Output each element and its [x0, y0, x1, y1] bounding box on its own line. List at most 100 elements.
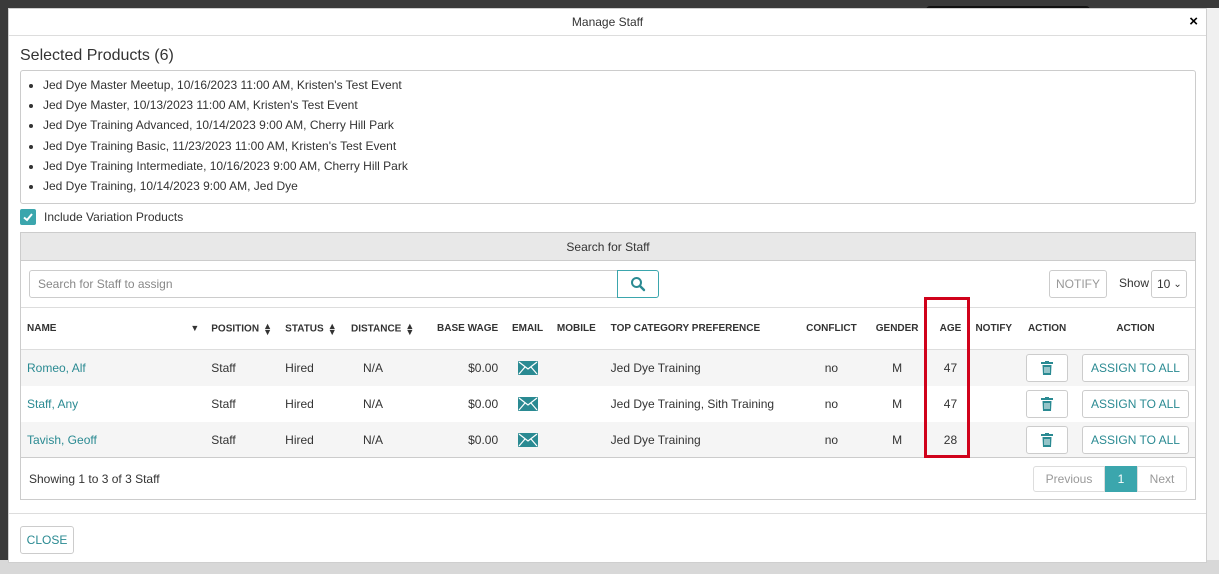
col-distance[interactable]: DISTANCE ▲ ▼ — [345, 308, 428, 350]
assign-to-all-button[interactable]: ASSIGN TO ALL — [1082, 425, 1189, 454]
staff-name-link[interactable]: Staff, Any — [21, 386, 205, 422]
cell-distance: N/A — [362, 396, 383, 411]
cell-distance: N/A — [362, 360, 383, 375]
cell-age: 47 — [943, 360, 958, 375]
product-item: Jed Dye Training, 10/14/2023 9:00 AM, Je… — [43, 178, 1195, 198]
search-button[interactable] — [617, 270, 659, 298]
product-item: Jed Dye Master Meetup, 10/16/2023 11:00 … — [43, 77, 1195, 97]
cell-status: Hired — [285, 360, 314, 375]
cell-age: 47 — [943, 396, 958, 411]
previous-page-button[interactable]: Previous — [1033, 466, 1105, 492]
showing-count: Showing 1 to 3 of 3 Staff — [29, 472, 160, 486]
assign-to-all-button[interactable]: ASSIGN TO ALL — [1082, 353, 1189, 382]
staff-search-input[interactable] — [29, 270, 618, 298]
table-row: Romeo, Alf Staff Hired N/A $0.00 Jed Dye… — [21, 349, 1195, 386]
sort-desc-icon: ▼ — [190, 323, 200, 333]
checkmark-icon — [23, 213, 33, 222]
chevron-down-icon: ⌄ — [1173, 278, 1182, 290]
staff-name-link[interactable]: Tavish, Geoff — [21, 422, 205, 458]
cell-position: Staff — [211, 360, 236, 375]
delete-button[interactable] — [1026, 389, 1069, 418]
col-status[interactable]: STATUS ▲ ▼ — [279, 308, 345, 350]
selected-products-list: Jed Dye Master Meetup, 10/16/2023 11:00 … — [20, 70, 1196, 204]
next-page-button[interactable]: Next — [1137, 466, 1187, 492]
background-panel — [1205, 8, 1219, 563]
cell-email — [504, 386, 551, 422]
selected-products-title: Selected Products (6) — [20, 47, 174, 64]
show-label: Show — [1119, 276, 1150, 290]
cell-distance: N/A — [362, 432, 383, 447]
cell-delete — [1018, 350, 1076, 386]
search-row: NOTIFY Show 10 ⌄ — [29, 270, 1189, 298]
cell-gender: M — [892, 396, 903, 411]
page-size-select[interactable]: 10 ⌄ — [1151, 270, 1187, 298]
page-size-value: 10 — [1157, 277, 1171, 291]
email-icon[interactable] — [517, 432, 538, 447]
cell-assign: ASSIGN TO ALL — [1076, 386, 1195, 422]
assign-to-all-button[interactable]: ASSIGN TO ALL — [1082, 389, 1189, 418]
cell-conflict: no — [824, 396, 839, 411]
include-variation-row: Include Variation Products — [20, 209, 183, 225]
staff-name-link[interactable]: Romeo, Alf — [21, 350, 205, 386]
col-top-category: TOP CATEGORY PREFERENCE — [610, 323, 761, 334]
cell-position: Staff — [211, 396, 236, 411]
pagination: Previous 1 Next — [1033, 466, 1187, 492]
cell-base-wage: $0.00 — [468, 396, 499, 411]
include-variation-label: Include Variation Products — [44, 210, 184, 224]
cell-top-category: Jed Dye Training — [610, 432, 701, 447]
product-item: Jed Dye Master, 10/13/2023 11:00 AM, Kri… — [43, 97, 1195, 117]
search-panel-title: Search for Staff — [21, 233, 1195, 261]
modal-title: Manage Staff — [571, 15, 644, 29]
cell-notify — [969, 386, 1018, 422]
col-mobile: MOBILE — [556, 323, 596, 334]
table-footer: Showing 1 to 3 of 3 Staff Previous 1 Nex… — [21, 457, 1195, 500]
cell-assign: ASSIGN TO ALL — [1076, 422, 1195, 458]
notify-button[interactable]: NOTIFY — [1049, 270, 1107, 298]
col-notify: NOTIFY — [975, 323, 1013, 334]
sort-icon: ▲ ▼ — [327, 320, 337, 337]
close-button[interactable]: CLOSE — [20, 526, 74, 554]
cell-position: Staff — [211, 432, 236, 447]
cell-status: Hired — [285, 396, 314, 411]
modal-header: Manage Staff × — [9, 9, 1206, 36]
cell-top-category: Jed Dye Training — [610, 360, 701, 375]
cell-status: Hired — [285, 432, 314, 447]
delete-button[interactable] — [1026, 353, 1069, 382]
col-name[interactable]: NAME ▼ — [21, 308, 205, 350]
cell-notify — [969, 422, 1018, 458]
staff-table: NAME ▼ POSITION ▲ ▼ STATUS ▲ ▼ DISTANCE ▲ ▼ BAS… — [21, 307, 1195, 458]
cell-delete — [1018, 386, 1076, 422]
table-row: Staff, Any Staff Hired N/A $0.00 Jed Dye… — [21, 386, 1195, 422]
cell-mobile — [551, 350, 605, 386]
col-conflict: CONFLICT — [806, 323, 857, 334]
table-row: Tavish, Geoff Staff Hired N/A $0.00 Jed … — [21, 421, 1195, 458]
product-item: Jed Dye Training Advanced, 10/14/2023 9:… — [43, 117, 1195, 137]
col-action-assign: ACTION — [1116, 323, 1155, 334]
current-page-button[interactable]: 1 — [1105, 466, 1137, 492]
include-variation-checkbox[interactable] — [20, 209, 36, 225]
cell-mobile — [551, 422, 605, 458]
cell-email — [504, 422, 551, 458]
email-icon[interactable] — [517, 361, 538, 376]
col-position[interactable]: POSITION ▲ ▼ — [205, 308, 279, 350]
cell-assign: ASSIGN TO ALL — [1076, 350, 1195, 386]
cell-notify — [969, 350, 1018, 386]
sort-icon: ▲ ▼ — [405, 320, 415, 337]
col-action-delete: ACTION — [1027, 323, 1067, 334]
cell-email — [504, 350, 551, 386]
email-icon[interactable] — [517, 396, 538, 411]
col-base-wage: BASE WAGE — [437, 323, 499, 334]
close-icon[interactable]: × — [1189, 14, 1198, 29]
search-icon — [631, 277, 646, 292]
cell-age: 28 — [943, 432, 958, 447]
cell-conflict: no — [824, 432, 839, 447]
trash-icon — [1041, 432, 1054, 447]
sort-icon: ▲ ▼ — [263, 320, 272, 337]
manage-staff-modal: Manage Staff × Selected Products (6) Jed… — [8, 8, 1207, 563]
delete-button[interactable] — [1026, 425, 1069, 454]
cell-base-wage: $0.00 — [468, 360, 499, 375]
trash-icon — [1041, 396, 1054, 411]
col-age: AGE — [939, 323, 962, 334]
search-staff-panel: Search for Staff NOTIFY Show 10 ⌄ NAME▼ … — [20, 232, 1196, 500]
modal-footer: CLOSE — [9, 513, 1206, 563]
